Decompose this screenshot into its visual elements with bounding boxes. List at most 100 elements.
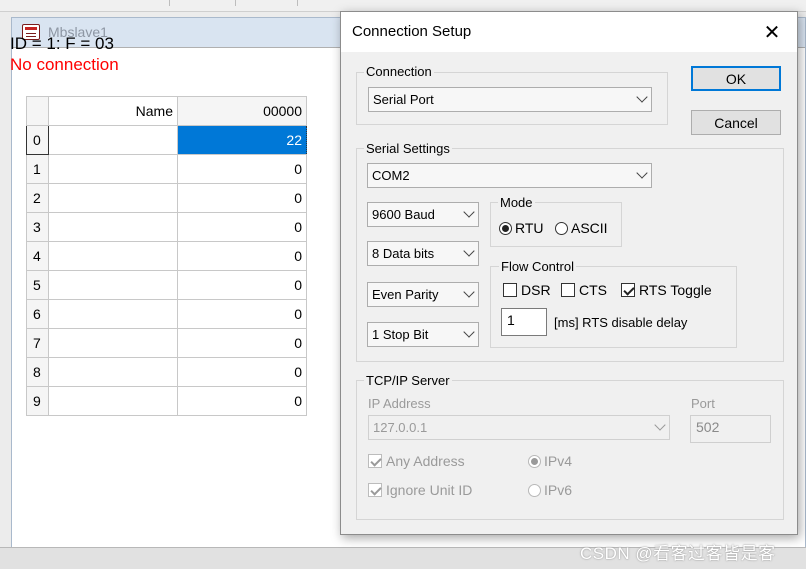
ipv4-radio[interactable]: IPv4	[528, 453, 572, 469]
stop-bits-value: 1 Stop Bit	[372, 327, 429, 342]
row-index: 2	[26, 183, 49, 213]
toolbar-segment	[236, 0, 298, 6]
row-value-cell[interactable]: 0	[177, 270, 307, 300]
chevron-down-icon	[463, 245, 475, 257]
slave-id-function-status: ID = 1: F = 03	[10, 34, 114, 53]
cts-label: CTS	[579, 282, 607, 298]
table-row[interactable]: 2 0	[26, 183, 307, 213]
register-grid: Name 00000 0 22 1 0 2 0 3 0 4 0 5 0 6 0 …	[26, 96, 307, 416]
rts-toggle-checkbox[interactable]: RTS Toggle	[621, 282, 712, 298]
watermark: CSDN @看客过客皆是客	[580, 544, 776, 563]
port-input[interactable]: 502	[690, 415, 771, 443]
table-row[interactable]: 6 0	[26, 299, 307, 329]
chevron-down-icon	[463, 286, 475, 298]
row-name-cell[interactable]	[48, 270, 178, 300]
baud-rate-select[interactable]: 9600 Baud	[367, 202, 479, 227]
row-name-cell[interactable]	[48, 125, 178, 155]
row-index: 7	[26, 328, 49, 358]
row-value-cell[interactable]: 0	[177, 154, 307, 184]
mode-rtu-label: RTU	[515, 220, 544, 236]
chevron-down-icon	[463, 326, 475, 338]
table-row[interactable]: 5 0	[26, 270, 307, 300]
cts-checkbox[interactable]: CTS	[561, 282, 607, 298]
baud-rate-value: 9600 Baud	[372, 207, 435, 222]
ignore-unit-id-checkbox[interactable]: Ignore Unit ID	[368, 482, 472, 498]
ipv6-radio[interactable]: IPv6	[528, 482, 572, 498]
table-row[interactable]: 8 0	[26, 357, 307, 387]
row-name-cell[interactable]	[48, 299, 178, 329]
row-index: 3	[26, 212, 49, 242]
close-icon[interactable]: ✕	[761, 20, 783, 45]
stop-bits-select[interactable]: 1 Stop Bit	[367, 322, 479, 347]
table-row[interactable]: 4 0	[26, 241, 307, 271]
any-address-checkbox[interactable]: Any Address	[368, 453, 465, 469]
grid-corner	[26, 96, 49, 126]
parity-value: Even Parity	[372, 287, 439, 302]
rts-delay-input[interactable]: 1	[501, 308, 547, 336]
row-index: 5	[26, 270, 49, 300]
row-index: 1	[26, 154, 49, 184]
mode-ascii-label: ASCII	[571, 220, 608, 236]
row-name-cell[interactable]	[48, 154, 178, 184]
rts-toggle-label: RTS Toggle	[639, 282, 712, 298]
table-row[interactable]: 3 0	[26, 212, 307, 242]
row-value-cell[interactable]: 0	[177, 357, 307, 387]
dsr-label: DSR	[521, 282, 551, 298]
dialog-title: Connection Setup	[352, 23, 472, 40]
row-value-cell[interactable]: 22	[177, 125, 307, 155]
ok-button[interactable]: OK	[691, 66, 781, 91]
row-value-cell[interactable]: 0	[177, 328, 307, 358]
row-name-cell[interactable]	[48, 386, 178, 416]
com-port-value: COM2	[372, 168, 410, 183]
row-value-cell[interactable]: 0	[177, 183, 307, 213]
rts-delay-label: [ms] RTS disable delay	[554, 315, 688, 330]
table-row[interactable]: 7 0	[26, 328, 307, 358]
row-value-cell[interactable]: 0	[177, 241, 307, 271]
name-column-header: Name	[48, 96, 178, 126]
mode-ascii-radio[interactable]: ASCII	[555, 220, 608, 236]
row-value-cell[interactable]: 0	[177, 212, 307, 242]
connection-type-value: Serial Port	[373, 92, 434, 107]
checkbox-checked-icon	[621, 283, 635, 297]
com-port-select[interactable]: COM2	[367, 163, 652, 188]
ip-address-value: 127.0.0.1	[373, 420, 428, 435]
data-bits-select[interactable]: 8 Data bits	[367, 241, 479, 266]
row-name-cell[interactable]	[48, 357, 178, 387]
chevron-down-icon	[636, 91, 648, 103]
dsr-checkbox[interactable]: DSR	[503, 282, 551, 298]
toolbar-segment	[170, 0, 236, 6]
port-label: Port	[691, 396, 715, 411]
dialog-title-bar[interactable]: Connection Setup ✕	[341, 12, 797, 52]
table-row[interactable]: 1 0	[26, 154, 307, 184]
parity-select[interactable]: Even Parity	[367, 282, 479, 307]
radio-selected-icon	[528, 455, 541, 468]
ip-address-select[interactable]: 127.0.0.1	[368, 415, 670, 440]
tcp-ip-group-label: TCP/IP Server	[364, 373, 452, 388]
connection-setup-dialog: Connection Setup ✕ Connection Serial Por…	[340, 11, 798, 535]
table-row[interactable]: 9 0	[26, 386, 307, 416]
toolbar-segment	[0, 0, 170, 6]
row-value-cell[interactable]: 0	[177, 386, 307, 416]
row-index: 4	[26, 241, 49, 271]
mode-group-label: Mode	[498, 195, 535, 210]
row-name-cell[interactable]	[48, 183, 178, 213]
row-name-cell[interactable]	[48, 241, 178, 271]
table-row[interactable]: 0 22	[26, 125, 307, 155]
row-value-cell[interactable]: 0	[177, 299, 307, 329]
checkbox-checked-icon	[368, 483, 382, 497]
radio-selected-icon	[499, 222, 512, 235]
ip-address-label: IP Address	[368, 396, 431, 411]
any-address-label: Any Address	[386, 453, 465, 469]
connection-type-select[interactable]: Serial Port	[368, 87, 652, 112]
flow-control-group-label: Flow Control	[499, 259, 576, 274]
data-bits-value: 8 Data bits	[372, 246, 435, 261]
chevron-down-icon	[654, 419, 666, 431]
radio-unselected-icon	[555, 222, 568, 235]
mode-rtu-radio[interactable]: RTU	[499, 220, 544, 236]
row-name-cell[interactable]	[48, 328, 178, 358]
cancel-button[interactable]: Cancel	[691, 110, 781, 135]
row-index: 6	[26, 299, 49, 329]
checkbox-unchecked-icon	[503, 283, 517, 297]
row-name-cell[interactable]	[48, 212, 178, 242]
serial-settings-group-label: Serial Settings	[364, 141, 452, 156]
